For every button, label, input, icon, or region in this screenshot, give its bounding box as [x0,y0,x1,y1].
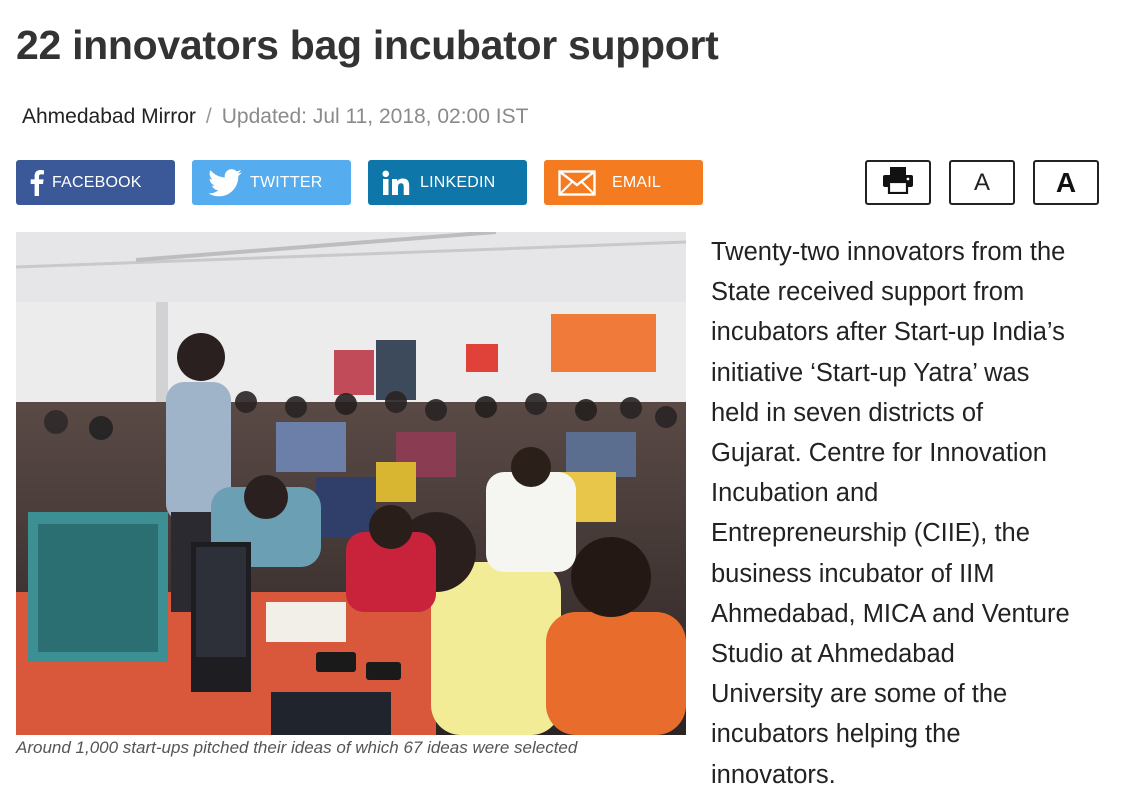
article-photo [16,232,686,735]
share-email-button[interactable]: EMAIL [544,160,703,205]
article-line: Studio at Ahmedabad [711,640,955,669]
article-line: Twenty-two innovators from the [711,238,1066,266]
printer-icon [882,166,914,199]
twitter-label: TWITTER [250,173,323,191]
article-line: Incubation and [711,479,879,508]
article-line: Ahmedabad, MICA and Venture [711,599,1070,628]
envelope-icon [558,169,596,196]
facebook-icon [30,169,44,196]
article-line: business incubator of IIM [711,559,995,588]
print-button[interactable] [865,160,931,205]
share-facebook-button[interactable]: FACEBOOK [16,160,175,205]
updated-timestamp: Updated: Jul 11, 2018, 02:00 IST [221,105,529,128]
share-twitter-button[interactable]: TWITTER [192,160,351,205]
article-line: held in seven districts of [711,398,984,427]
article-line: Entrepreneurship (CIIE), the [711,519,1030,548]
article-line: innovators. [711,760,836,789]
article-body: Twenty-two innovators from the State rece… [711,232,1116,795]
article-line: University are some of the [711,680,1008,709]
font-increase-button[interactable]: A [1033,160,1099,205]
byline-separator: / [205,105,212,128]
share-linkedin-button[interactable]: LINKEDIN [368,160,527,205]
source-name[interactable]: Ahmedabad Mirror [22,105,196,128]
email-label: EMAIL [612,173,662,191]
image-caption: Around 1,000 start-ups pitched their ide… [16,738,578,757]
article-line: incubators helping the [711,720,961,749]
linkedin-icon [382,170,412,196]
facebook-label: FACEBOOK [52,173,142,191]
article-line: State received support from [711,278,1025,307]
article-line: initiative ‘Start-up Yatra’ was [711,358,1030,387]
linkedin-label: LINKEDIN [420,173,496,191]
byline: Ahmedabad Mirror / Updated: Jul 11, 2018, … [22,105,528,129]
font-decrease-button[interactable]: A [949,160,1015,205]
headline: 22 innovators bag incubator support [16,22,719,68]
article-line: incubators after Start-up India’s [711,318,1065,347]
article-line: Gujarat. Centre for Innovation [711,439,1047,468]
twitter-bird-icon [208,168,242,197]
